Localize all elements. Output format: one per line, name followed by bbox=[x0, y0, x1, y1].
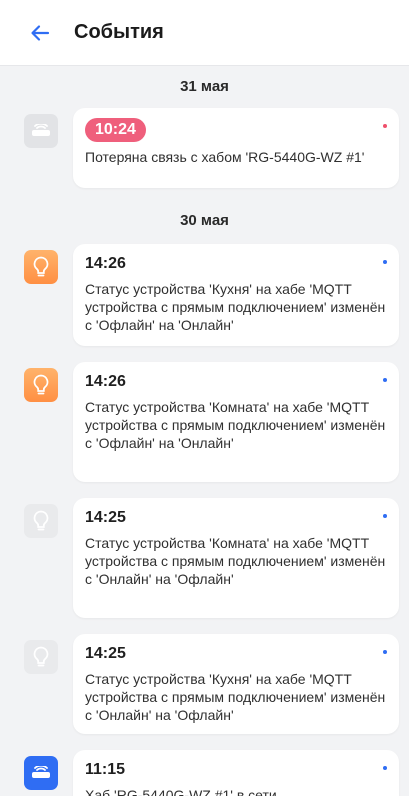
events-list[interactable]: 31 мая 10:24 Потеряна связь с хабом 'RG-… bbox=[0, 66, 409, 796]
date-separator: 30 мая bbox=[180, 212, 229, 229]
status-dot bbox=[383, 514, 387, 518]
date-separator: 31 мая bbox=[180, 78, 229, 95]
hub-router-icon bbox=[24, 114, 58, 148]
event-message: Статус устройства 'Кухня' на хабе 'MQTT … bbox=[85, 281, 386, 333]
event-card[interactable]: 11:15 Хаб 'RG-5440G-WZ #1' в сети bbox=[73, 750, 399, 796]
lightbulb-icon bbox=[24, 504, 58, 538]
event-card[interactable]: 14:26 Статус устройства 'Комната' на хаб… bbox=[73, 362, 399, 482]
event-message: Потеряна связь с хабом 'RG-5440G-WZ #1' bbox=[85, 149, 365, 165]
status-dot bbox=[383, 260, 387, 264]
event-time-badge: 10:24 bbox=[85, 118, 146, 142]
status-dot bbox=[383, 378, 387, 382]
event-message: Статус устройства 'Комната' на хабе 'MQT… bbox=[85, 399, 386, 451]
page-title: События bbox=[74, 21, 164, 43]
event-time: 14:25 bbox=[85, 509, 126, 526]
status-dot bbox=[383, 650, 387, 654]
hub-router-icon bbox=[24, 756, 58, 790]
status-dot bbox=[383, 766, 387, 770]
status-dot bbox=[383, 124, 387, 128]
event-time: 11:15 bbox=[85, 761, 126, 778]
lightbulb-icon bbox=[24, 368, 58, 402]
back-button[interactable] bbox=[12, 5, 68, 61]
lightbulb-icon bbox=[24, 250, 58, 284]
event-time: 14:26 bbox=[85, 255, 126, 272]
event-message: Статус устройства 'Комната' на хабе 'MQT… bbox=[85, 535, 386, 587]
event-message: Хаб 'RG-5440G-WZ #1' в сети bbox=[85, 787, 277, 796]
event-time: 14:25 bbox=[85, 645, 126, 662]
lightbulb-icon bbox=[24, 640, 58, 674]
app-header: События bbox=[0, 0, 409, 66]
arrow-left-icon bbox=[31, 24, 50, 41]
event-time: 14:26 bbox=[85, 373, 126, 390]
event-card[interactable]: 10:24 Потеряна связь с хабом 'RG-5440G-W… bbox=[73, 108, 399, 188]
event-card[interactable]: 14:26 Статус устройства 'Кухня' на хабе … bbox=[73, 244, 399, 346]
event-card[interactable]: 14:25 Статус устройства 'Кухня' на хабе … bbox=[73, 634, 399, 734]
event-card[interactable]: 14:25 Статус устройства 'Комната' на хаб… bbox=[73, 498, 399, 618]
event-message: Статус устройства 'Кухня' на хабе 'MQTT … bbox=[85, 671, 386, 723]
